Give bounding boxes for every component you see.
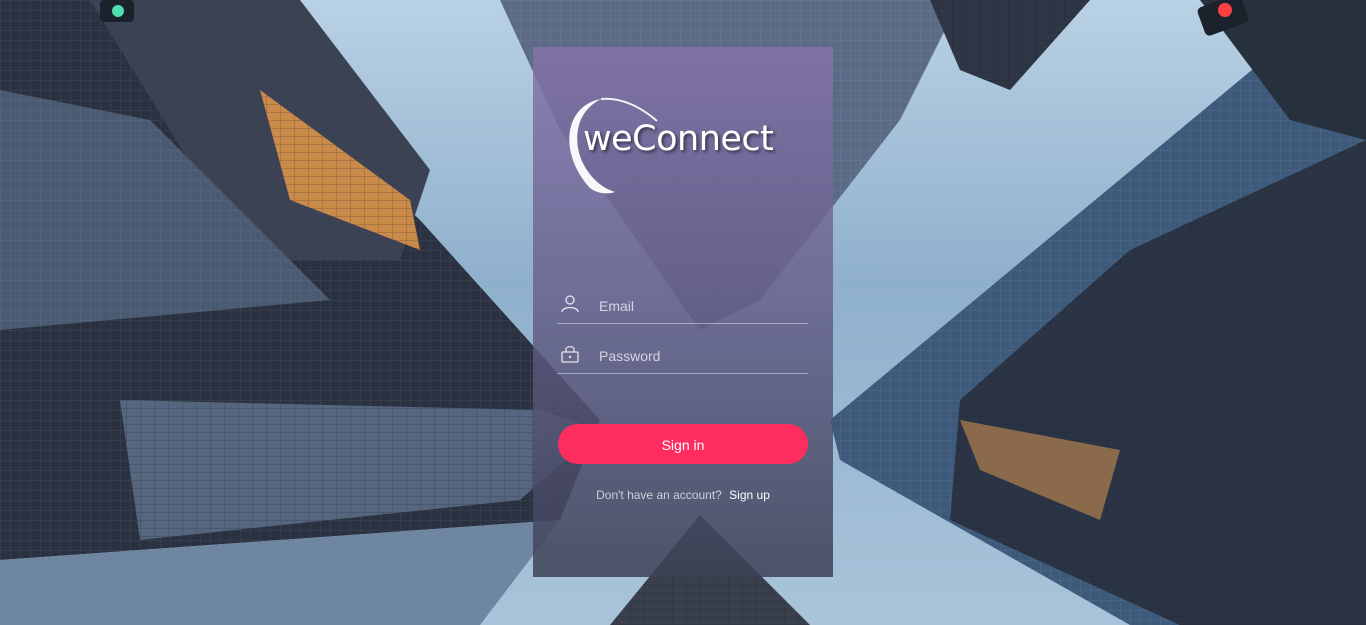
sign-up-link[interactable]: Sign up [729, 488, 770, 502]
login-card: weConnect Sign in Don't have an account?… [533, 47, 833, 577]
email-field-group [557, 289, 808, 324]
logo-text: weConnect [583, 119, 774, 159]
weconnect-logo: weConnect [561, 95, 811, 205]
signup-row: Don't have an account? Sign up [533, 488, 833, 502]
email-input[interactable] [599, 295, 799, 317]
password-input[interactable] [599, 345, 799, 367]
user-icon [560, 294, 580, 314]
lock-icon [560, 344, 580, 364]
password-field-group [557, 339, 808, 374]
signup-prompt: Don't have an account? [596, 488, 722, 502]
sign-in-button[interactable]: Sign in [558, 424, 808, 464]
